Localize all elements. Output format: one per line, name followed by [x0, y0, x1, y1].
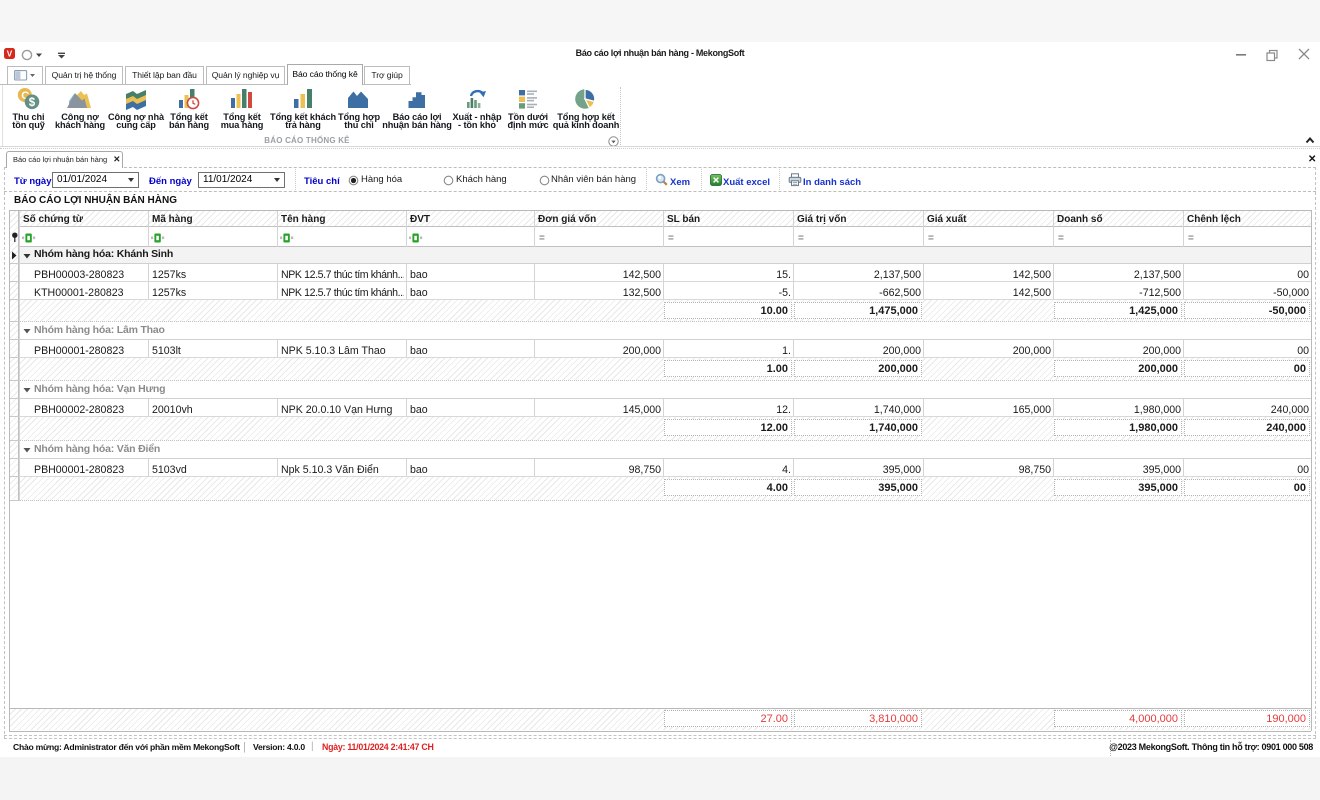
svg-text:V: V [7, 50, 13, 59]
svg-text:$: $ [28, 97, 35, 109]
